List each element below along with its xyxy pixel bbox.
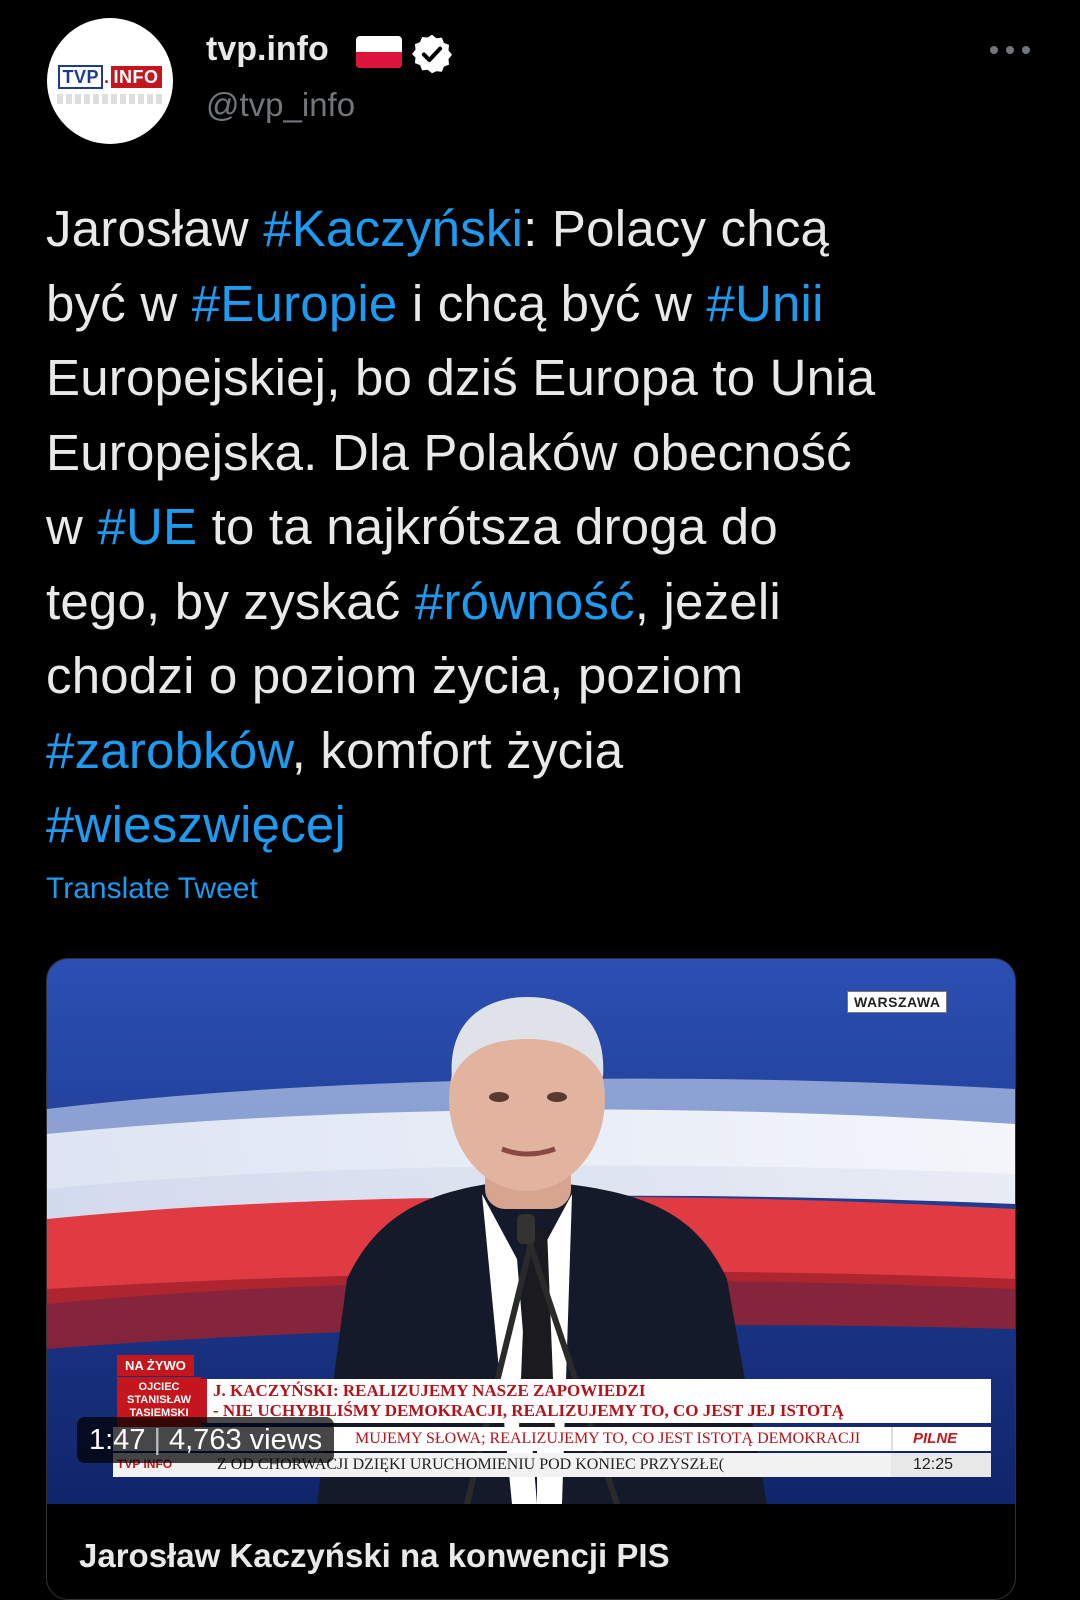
- hashtag-link[interactable]: #Unii: [706, 275, 823, 332]
- live-badge: NA ŻYWO: [117, 1355, 194, 1376]
- more-options-icon[interactable]: [990, 40, 1030, 60]
- headline-line-1: J. KACZYŃSKI: REALIZUJEMY NASZE ZAPOWIED…: [213, 1381, 646, 1400]
- tweet-text-segment: , jeżeli: [634, 572, 781, 630]
- tweet-text-segment: tego, by zyskać: [46, 572, 415, 630]
- video-duration: 1:47: [89, 1423, 146, 1456]
- display-name[interactable]: tvp.info: [206, 30, 329, 69]
- video-info-overlay: 1:47 | 4,763 views: [77, 1417, 335, 1463]
- location-badge: WARSZAWA: [847, 991, 948, 1013]
- media-card[interactable]: WARSZAWA NA ŻYWO OJCIEC STANISŁAW TASIEM…: [46, 958, 1016, 1600]
- video-player[interactable]: WARSZAWA NA ŻYWO OJCIEC STANISŁAW TASIEM…: [47, 959, 1015, 1504]
- overlay-separator: |: [153, 1423, 161, 1456]
- user-handle[interactable]: @tvp_info: [206, 86, 355, 124]
- tweet-text-segment: to ta najkrótsza droga do: [197, 498, 778, 555]
- video-title[interactable]: Jarosław Kaczyński na konwencji PIS: [79, 1537, 670, 1575]
- logo-info-text: INFO: [110, 66, 162, 88]
- logo-tvp-text: TVP: [58, 65, 103, 89]
- tweet-text-segment: Europejska. Dla Polaków obecność: [46, 423, 852, 481]
- ticker-1-text: MUJEMY SŁOWA; REALIZUJEMY TO, CO JEST IS…: [355, 1430, 861, 1447]
- logo-reflection: [57, 94, 163, 104]
- verified-badge-icon: [412, 34, 452, 74]
- tweet-text-segment: : Polacy chcą: [523, 200, 830, 257]
- hashtag-link[interactable]: #UE: [97, 498, 197, 555]
- tvp-info-logo: TVP . INFO: [52, 64, 168, 90]
- tweet-text-segment: Jarosław: [46, 200, 264, 257]
- hashtag-link[interactable]: #równość: [415, 573, 635, 630]
- ticker-pilne-label: PILNE: [891, 1427, 991, 1451]
- ticker-clock: 12:25: [891, 1453, 991, 1477]
- video-views: 4,763 views: [169, 1423, 323, 1456]
- tweet-text-segment: być w: [46, 274, 192, 332]
- hashtag-link[interactable]: #zarobków: [46, 722, 292, 779]
- hashtag-link[interactable]: #Kaczyński: [263, 200, 523, 257]
- translate-tweet-link[interactable]: Translate Tweet: [46, 872, 258, 906]
- tweet-header: TVP . INFO tvp.info @tvp_info: [0, 0, 1080, 170]
- poland-flag-icon: [356, 36, 402, 68]
- hashtag-link[interactable]: #wieszwięcej: [46, 796, 346, 853]
- hashtag-link[interactable]: #Europie: [192, 275, 398, 332]
- tweet-text-segment: , komfort życia: [291, 721, 624, 779]
- tweet-text: Jarosław #Kaczyński: Polacy chcą być w #E…: [46, 192, 1046, 863]
- tweet-text-segment: w: [46, 498, 98, 555]
- tweet-text-segment: i chcą być w: [397, 274, 707, 332]
- tweet-text-segment: Europejskiej, bo dziś Europa to Unia: [46, 349, 876, 406]
- profile-avatar[interactable]: TVP . INFO: [47, 18, 173, 144]
- logo-dot: .: [104, 66, 110, 87]
- tweet-text-segment: chodzi o poziom życia, poziom: [46, 647, 744, 704]
